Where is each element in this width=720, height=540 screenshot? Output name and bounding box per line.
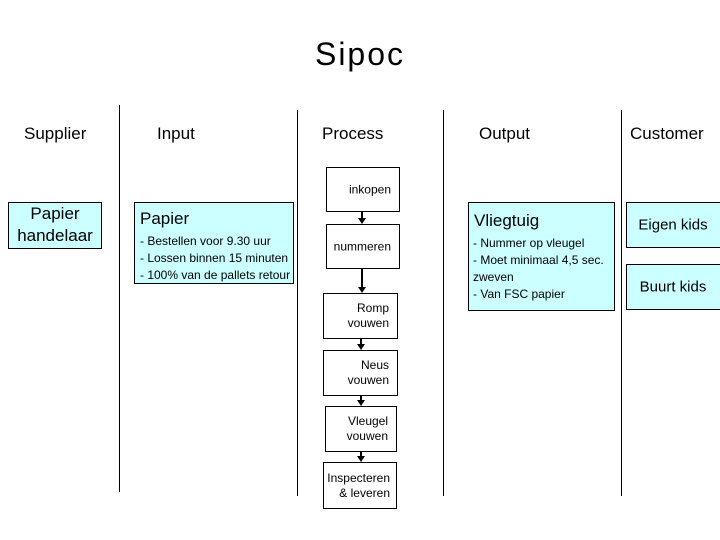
- process-step-inspecteren-leveren: Inspecteren & leveren: [323, 462, 397, 509]
- input-box-line: - Bestellen voor 9.30 uur: [140, 234, 271, 248]
- customer-label: Buurt kids: [639, 278, 707, 296]
- supplier-line-2: handelaar: [17, 226, 93, 245]
- input-box-line: - 100% van de pallets retour: [140, 268, 291, 282]
- process-step-label: inkopen: [348, 182, 391, 197]
- arrow-down-icon: [358, 218, 366, 224]
- output-box-line: zweven: [473, 270, 514, 284]
- customer-box-eigen-kids: Eigen kids: [626, 202, 720, 248]
- arrow-down-icon: [357, 456, 365, 462]
- process-step-inkopen: inkopen: [326, 167, 400, 212]
- column-header-process: Process: [322, 124, 384, 143]
- column-header-customer: Customer: [630, 124, 704, 143]
- arrow-down-icon: [358, 287, 366, 293]
- input-box-line: - Lossen binnen 15 minuten: [140, 251, 289, 265]
- column-divider-2: [297, 110, 298, 496]
- process-arrow-stem: [361, 269, 363, 287]
- output-box-line: - Moet minimaal 4,5 sec.: [473, 253, 604, 267]
- customer-label: Eigen kids: [638, 216, 708, 234]
- customer-box-buurt-kids: Buurt kids: [626, 264, 720, 310]
- output-box: Vliegtuig - Nummer op vleugel - Moet min…: [468, 202, 615, 311]
- arrow-down-icon: [357, 400, 365, 406]
- supplier-box: Papier handelaar: [8, 202, 102, 249]
- column-header-supplier: Supplier: [24, 124, 87, 143]
- process-step-vleugel-vouwen: Vleugel vouwen: [325, 406, 397, 452]
- process-step-label: nummeren: [333, 239, 391, 253]
- output-box-title: Vliegtuig: [474, 211, 540, 230]
- column-header-input: Input: [157, 124, 195, 143]
- output-box-line: - Van FSC papier: [473, 287, 565, 301]
- process-step-neus-vouwen: Neus vouwen: [323, 350, 398, 396]
- column-header-output: Output: [479, 124, 531, 143]
- column-divider-1: [119, 105, 120, 492]
- process-step-romp-vouwen: Romp vouwen: [323, 293, 398, 339]
- process-step-label: Romp vouwen: [347, 301, 389, 330]
- input-box: Papier - Bestellen voor 9.30 uur - Losse…: [134, 202, 294, 284]
- diagram-title: Sipoc: [314, 36, 406, 72]
- process-step-label: Vleugel vouwen: [346, 414, 388, 443]
- process-step-label: Neus vouwen: [347, 358, 389, 387]
- input-box-title: Papier: [140, 209, 190, 228]
- column-divider-4: [621, 110, 622, 496]
- output-box-line: - Nummer op vleugel: [473, 236, 585, 250]
- arrow-down-icon: [357, 344, 365, 350]
- supplier-line-1: Papier: [30, 204, 80, 223]
- process-step-label: Inspecteren & leveren: [327, 470, 390, 500]
- process-step-nummeren: nummeren: [326, 224, 400, 269]
- column-divider-3: [443, 110, 444, 496]
